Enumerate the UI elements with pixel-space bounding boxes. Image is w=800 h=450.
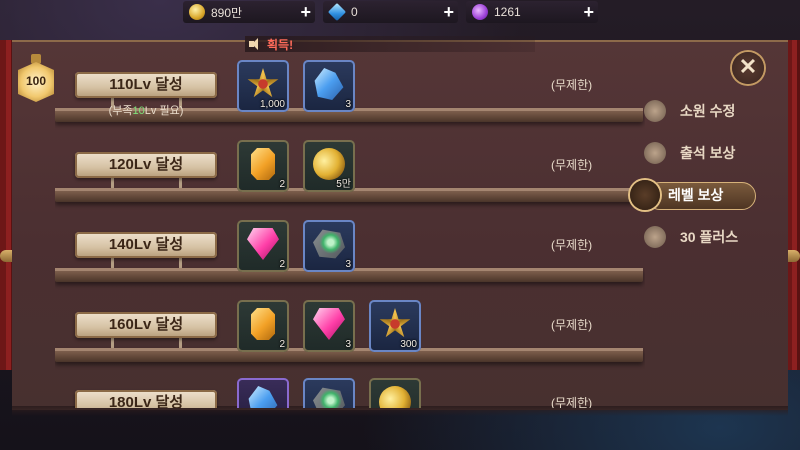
level-goal-sign: 110Lv 달성 xyxy=(75,72,217,98)
level-goal-label: 160Lv 달성 xyxy=(108,316,184,333)
menu-item-attendance-reward[interactable]: 출석 보상 xyxy=(640,132,780,174)
plus-card-icon xyxy=(644,226,666,248)
add-diamond-button[interactable]: + xyxy=(443,3,454,21)
pink-diamond-icon xyxy=(313,308,345,340)
reward-item-slot[interactable]: 5만 xyxy=(303,140,355,192)
level-chest-icon xyxy=(630,180,660,210)
requirement-suffix: Lv 필요) xyxy=(144,105,184,117)
level-goal-sign: 140Lv 달성 xyxy=(75,232,217,258)
level-goal-label: 180Lv 달성 xyxy=(108,394,184,408)
claim-limit: (무제한) xyxy=(551,396,593,408)
orb-amount: 1261 xyxy=(494,5,521,19)
reward-item-slot[interactable]: 2 xyxy=(237,300,289,352)
current-level: 100 xyxy=(25,74,47,88)
orb-currency: 1261 + xyxy=(466,1,598,23)
reward-item-slot[interactable] xyxy=(237,378,289,408)
diamond-currency: 0 + xyxy=(323,1,458,23)
level-goal-sign: 160Lv 달성 xyxy=(75,312,217,338)
gold-coins-icon xyxy=(379,386,411,408)
add-orb-button[interactable]: + xyxy=(583,3,594,21)
notice-text: 획득! xyxy=(267,37,294,52)
reward-row-160: 160Lv 달성 2 3 300 (무제한) xyxy=(55,292,645,370)
purple-orb-icon xyxy=(472,4,488,20)
level-goal-sign: 180Lv 달성 xyxy=(75,390,217,408)
reward-row-140: 140Lv 달성 2 3 (무제한) xyxy=(55,212,645,290)
reward-list[interactable]: 110Lv 달성 (부족10Lv 필요) 1,000 3 (무제한) 120Lv… xyxy=(55,52,645,408)
menu-item-label: 출석 보상 xyxy=(680,145,736,161)
level-goal-label: 140Lv 달성 xyxy=(108,236,184,253)
reward-row-110: 110Lv 달성 (부족10Lv 필요) 1,000 3 (무제한) xyxy=(55,52,645,130)
claim-limit: (무제한) xyxy=(551,238,593,252)
level-goal-label: 120Lv 달성 xyxy=(108,156,184,173)
item-quantity: 5만 xyxy=(336,179,351,190)
wish-statue-icon xyxy=(644,100,666,122)
menu-item-level-reward[interactable]: 레벨 보상 xyxy=(626,174,780,216)
close-icon: ✕ xyxy=(738,54,758,79)
attendance-shield-icon xyxy=(644,142,666,164)
gold-coin-icon xyxy=(189,4,205,20)
item-quantity: 300 xyxy=(400,339,417,350)
gold-currency: 890만 + xyxy=(183,1,315,23)
level-lantern-badge: 100 xyxy=(18,54,54,106)
pink-diamond-icon xyxy=(247,228,279,260)
item-quantity: 3 xyxy=(345,99,351,110)
reward-item-slot[interactable] xyxy=(369,378,421,408)
reward-item-slot[interactable]: 1,000 xyxy=(237,60,289,112)
currency-bar: 890만 + 0 + 1261 + xyxy=(183,0,598,24)
speaker-icon xyxy=(249,38,263,50)
diamond-amount: 0 xyxy=(351,5,358,19)
reward-item-slot[interactable]: 3 xyxy=(303,220,355,272)
level-goal-sign: 120Lv 달성 xyxy=(75,152,217,178)
notice-bar: 획득! xyxy=(245,36,535,52)
close-button[interactable]: ✕ xyxy=(732,52,764,84)
level-goal-label: 110Lv 달성 xyxy=(109,76,183,93)
blue-crystal-ore-icon xyxy=(314,68,344,100)
green-ore-icon xyxy=(313,387,345,408)
reward-category-menu: 소원 수정 출석 보상 레벨 보상 30 플러스 xyxy=(630,90,780,258)
reward-row-180: 180Lv 달성 (무제한) xyxy=(55,370,645,408)
reward-item-slot[interactable]: 3 xyxy=(303,300,355,352)
green-ore-icon xyxy=(313,229,345,259)
reward-row-120: 120Lv 달성 2 5만 (무제한) xyxy=(55,132,645,210)
claim-limit: (무제한) xyxy=(551,158,593,172)
reward-item-slot[interactable]: 2 xyxy=(237,140,289,192)
menu-item-label: 소원 수정 xyxy=(680,103,736,119)
add-gold-button[interactable]: + xyxy=(300,3,311,21)
gold-star-medal-icon xyxy=(247,68,279,98)
claim-limit: (무제한) xyxy=(551,78,593,92)
requirement-highlight: 10 xyxy=(132,105,145,117)
reward-item-slot[interactable] xyxy=(303,378,355,408)
reward-item-slot[interactable]: 300 xyxy=(369,300,421,352)
gold-star-medal-icon xyxy=(379,308,411,338)
menu-item-wish-edit[interactable]: 소원 수정 xyxy=(640,90,780,132)
requirement-prefix: (부족 xyxy=(108,105,133,117)
gold-amount: 890만 xyxy=(211,5,243,20)
item-quantity: 2 xyxy=(279,339,285,350)
claim-limit: (무제한) xyxy=(551,318,593,332)
item-quantity: 3 xyxy=(345,339,351,350)
menu-item-30-plus[interactable]: 30 플러스 xyxy=(640,216,780,258)
reward-item-slot[interactable]: 3 xyxy=(303,60,355,112)
item-quantity: 2 xyxy=(279,179,285,190)
menu-item-label: 레벨 보상 xyxy=(668,187,724,203)
item-quantity: 2 xyxy=(279,259,285,270)
amber-gem-icon xyxy=(251,308,275,340)
item-quantity: 3 xyxy=(345,259,351,270)
menu-item-label: 30 플러스 xyxy=(680,229,739,245)
requirement-text: (부족10Lv 필요) xyxy=(75,102,217,118)
item-quantity: 1,000 xyxy=(259,99,285,110)
reward-item-slot[interactable]: 2 xyxy=(237,220,289,272)
blue-diamond-icon xyxy=(327,2,347,22)
blue-crystal-icon xyxy=(248,386,278,408)
amber-gem-icon xyxy=(251,148,275,180)
